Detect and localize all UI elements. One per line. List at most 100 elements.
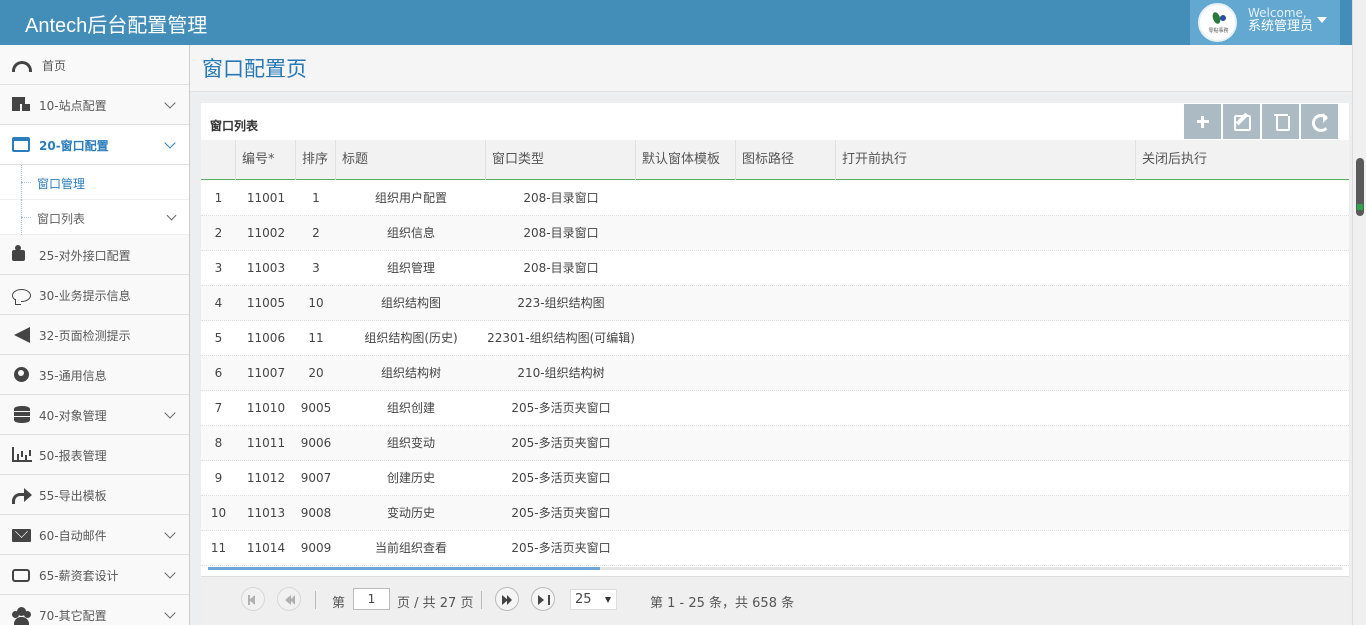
last-page-icon[interactable] — [531, 587, 555, 611]
cell-title: 组织用户配置 — [374, 191, 447, 205]
refresh-icon — [1301, 104, 1339, 139]
cell-rownum: 5 — [214, 331, 223, 345]
sidebar-item-general-info[interactable]: 35-通用信息 — [0, 355, 189, 395]
sidebar-subitem-label: 窗口列表 — [37, 212, 86, 226]
sidebar-item-object-manage[interactable]: 40-对象管理 — [0, 395, 189, 435]
column-header-sort[interactable]: 排序 — [296, 140, 336, 180]
column-header-title[interactable]: 标题 — [336, 140, 486, 180]
cell-id: 11006 — [246, 331, 286, 345]
table-row[interactable]: 5 11006 11 组织结构图(历史) 22301-组织结构图(可编辑) — [201, 321, 1349, 356]
bullhorn-icon — [14, 327, 30, 343]
sidebar-item-window-config[interactable]: 20-窗口配置 — [0, 125, 189, 165]
table-row[interactable]: 6 11007 20 组织结构树 210-组织结构树 — [201, 356, 1349, 391]
sidebar-item-home[interactable]: 首页 — [0, 45, 189, 85]
first-page-icon[interactable] — [241, 587, 265, 611]
horizontal-scrollbar-thumb[interactable] — [208, 567, 600, 570]
scrollbar-thumb[interactable] — [1356, 158, 1364, 216]
cell-id: 11010 — [246, 401, 286, 415]
globe-icon — [14, 367, 29, 382]
sidebar-item-salary-design[interactable]: 65-薪资套设计 — [0, 555, 189, 595]
column-header-window-type[interactable]: 窗口类型 — [486, 140, 636, 180]
prev-page-icon[interactable] — [277, 587, 301, 611]
table-row[interactable]: 10 11013 9008 变动历史 205-多活页夹窗口 — [201, 496, 1349, 531]
app-title: Antech后台配置管理 — [25, 15, 208, 37]
column-header-after-close[interactable]: 关闭后执行 — [1136, 140, 1349, 180]
sidebar-subitem-window-list[interactable]: 窗口列表 — [0, 200, 189, 235]
page-size-value: 25 — [575, 592, 592, 607]
delete-icon — [1262, 104, 1300, 139]
share-icon — [12, 487, 32, 504]
grid-panel: 窗口列表 编号* 排序 标题 窗口类型 默认窗体模板 图标路径 打开前执行 关闭… — [201, 103, 1349, 625]
table-row[interactable]: 1 11001 1 组织用户配置 208-目录窗口 — [201, 181, 1349, 216]
sidebar-item-label: 55-导出模板 — [39, 489, 107, 503]
sidebar-item-label: 35-通用信息 — [39, 369, 107, 383]
cell-window-type: 210-组织结构树 — [517, 366, 605, 380]
table-row[interactable]: 7 11010 9005 组织创建 205-多活页夹窗口 — [201, 391, 1349, 426]
page-size-select[interactable]: 25 — [570, 589, 617, 610]
welcome-text: Welcome, 系统管理员 — [1248, 6, 1313, 34]
edit-button[interactable] — [1223, 104, 1261, 139]
cell-title: 组织信息 — [386, 226, 435, 240]
caret-down-icon[interactable] — [1317, 17, 1327, 23]
sidebar-item-label: 70-其它配置 — [39, 609, 107, 623]
cell-title: 组织创建 — [386, 401, 435, 415]
sidebar-item-other-config[interactable]: 70-其它配置 — [0, 595, 189, 625]
sidebar-item-page-check[interactable]: 32-页面检测提示 — [0, 315, 189, 355]
add-button[interactable] — [1184, 104, 1222, 139]
delete-button[interactable] — [1262, 104, 1300, 139]
next-page-icon[interactable] — [495, 587, 519, 611]
top-navbar: Antech后台配置管理 零點事務 Welcome, 系统管理员 — [0, 0, 1352, 45]
cell-title: 组织结构树 — [380, 366, 441, 380]
table-row[interactable]: 4 11005 10 组织结构图 223-组织结构图 — [201, 286, 1349, 321]
cell-rownum: 1 — [214, 191, 223, 205]
cell-rownum: 11 — [210, 541, 227, 555]
column-header-id[interactable]: 编号* — [236, 140, 296, 180]
column-header-icon-path[interactable]: 图标路径 — [736, 140, 836, 180]
table-row[interactable]: 9 11012 9007 创建历史 205-多活页夹窗口 — [201, 461, 1349, 496]
cell-window-type: 205-多活页夹窗口 — [511, 506, 611, 520]
table-row[interactable]: 3 11003 3 组织管理 208-目录窗口 — [201, 251, 1349, 286]
tree-line — [21, 217, 31, 218]
table-row[interactable]: 11 11014 9009 当前组织查看 205-多活页夹窗口 — [201, 531, 1349, 566]
chevron-down-icon — [164, 137, 176, 149]
cell-window-type: 205-多活页夹窗口 — [511, 471, 611, 485]
sidebar-subitem-label: 窗口管理 — [37, 177, 86, 191]
cell-sort: 9008 — [300, 506, 332, 520]
page-prefix: 第 — [332, 596, 346, 611]
cell-sort: 11 — [308, 331, 324, 345]
cell-sort: 9009 — [300, 541, 332, 555]
refresh-button[interactable] — [1301, 104, 1339, 139]
sidebar-item-site-config[interactable]: 10-站点配置 — [0, 85, 189, 125]
column-header-default-template[interactable]: 默认窗体模板 — [636, 140, 736, 180]
cell-id: 11002 — [246, 226, 286, 240]
cubes-icon — [12, 97, 32, 113]
sidebar-item-label: 65-薪资套设计 — [39, 569, 119, 583]
sidebar-item-report-manage[interactable]: 50-报表管理 — [0, 435, 189, 475]
sidebar-subitem-window-manage[interactable]: 窗口管理 — [0, 165, 189, 200]
sidebar-item-business-tips[interactable]: 30-业务提示信息 — [0, 275, 189, 315]
column-header-before-open[interactable]: 打开前执行 — [836, 140, 1136, 180]
cell-rownum: 10 — [210, 506, 227, 520]
user-menu[interactable]: 零點事務 Welcome, 系统管理员 — [1190, 0, 1340, 45]
cell-title: 组织变动 — [386, 436, 435, 450]
sidebar-item-auto-mail[interactable]: 60-自动邮件 — [0, 515, 189, 555]
cell-window-type: 208-目录窗口 — [523, 261, 599, 275]
sidebar-item-export-template[interactable]: 55-导出模板 — [0, 475, 189, 515]
page-number-input[interactable] — [353, 588, 390, 610]
chevron-down-icon — [164, 97, 176, 109]
table-row[interactable]: 2 11002 2 组织信息 208-目录窗口 — [201, 216, 1349, 251]
sidebar-item-label: 10-站点配置 — [39, 99, 107, 113]
sidebar-item-api-config[interactable]: 25-对外接口配置 — [0, 235, 189, 275]
cell-window-type: 205-多活页夹窗口 — [511, 436, 611, 450]
horizontal-scrollbar[interactable] — [208, 567, 1342, 570]
add-icon — [1184, 104, 1222, 139]
chevron-down-icon — [164, 407, 176, 419]
grid-header: 编号* 排序 标题 窗口类型 默认窗体模板 图标路径 打开前执行 关闭后执行 — [201, 140, 1349, 180]
page-header: 窗口配置页 — [190, 45, 1352, 92]
window-icon — [12, 137, 30, 152]
cell-id: 11003 — [246, 261, 286, 275]
sidebar-item-label: 32-页面检测提示 — [39, 329, 131, 343]
table-row[interactable]: 8 11011 9006 组织变动 205-多活页夹窗口 — [201, 426, 1349, 461]
pager: 第 页 / 共 27 页 25 第 1 - 25 条，共 658 条 — [201, 576, 1349, 625]
page-scrollbar[interactable] — [1352, 0, 1366, 625]
